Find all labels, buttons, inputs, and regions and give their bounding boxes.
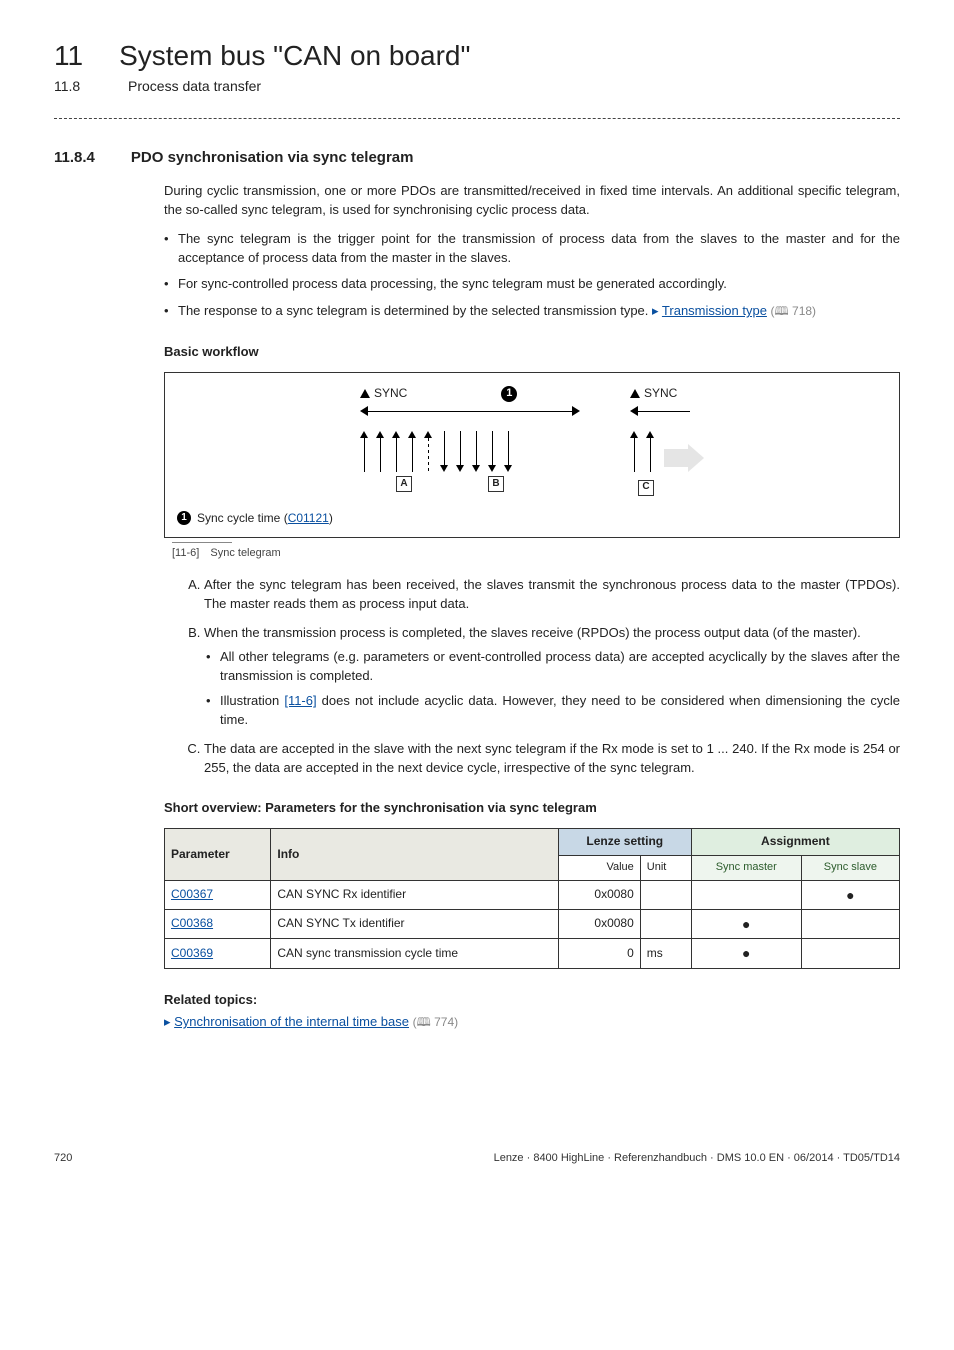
section-number: 11.8.4 [54, 149, 95, 166]
legend-link[interactable]: C01121 [288, 511, 329, 525]
sync-label: SYNC [374, 385, 407, 402]
cell-value: 0x0080 [558, 909, 640, 938]
chapter-title: System bus "CAN on board" [119, 40, 470, 72]
table-row: C00367 CAN SYNC Rx identifier 0x0080 ● [165, 880, 900, 909]
triangle-up-icon [630, 389, 640, 398]
subcol-unit: Unit [640, 855, 691, 880]
bullet-text: The response to a sync telegram is deter… [178, 303, 652, 318]
right-arrow-icon: ▸ [164, 1014, 174, 1029]
diagram-box-c: C [638, 480, 654, 496]
cell-info: CAN sync transmission cycle time [271, 939, 558, 968]
diagram-box-a: A [396, 476, 412, 492]
col-parameter: Parameter [165, 829, 271, 880]
step-b-sub1: All other telegrams (e.g. parameters or … [206, 648, 900, 686]
step-c: The data are accepted in the slave with … [204, 740, 900, 778]
sync-diagram: SYNC 1 [164, 372, 900, 538]
cell-unit [640, 880, 691, 909]
intro-paragraph: During cyclic transmission, one or more … [164, 182, 900, 220]
param-link[interactable]: C00369 [171, 946, 213, 960]
workflow-heading: Basic workflow [164, 343, 900, 362]
page-number: 720 [54, 1152, 72, 1164]
figure-caption: Sync telegram [210, 547, 280, 559]
related-heading: Related topics: [164, 991, 900, 1010]
page-reference: (🕮 718) [771, 304, 817, 318]
param-link[interactable]: C00367 [171, 887, 213, 901]
related-topic-link[interactable]: Synchronisation of the internal time bas… [174, 1014, 409, 1029]
divider [54, 118, 900, 119]
cell-unit [640, 909, 691, 938]
cell-info: CAN SYNC Rx identifier [271, 880, 558, 909]
circled-number-icon: 1 [177, 511, 191, 525]
circled-number-icon: 1 [501, 386, 517, 402]
transmission-type-link[interactable]: Transmission type [662, 303, 767, 318]
legend-text: Sync cycle time ( [197, 511, 288, 525]
illustration-ref-link[interactable]: [11-6] [284, 693, 316, 708]
cell-value: 0x0080 [558, 880, 640, 909]
chapter-number: 11 [54, 40, 83, 72]
right-arrow-icon: ▸ [652, 303, 662, 318]
cell-value: 0 [558, 939, 640, 968]
cell-master [691, 880, 801, 909]
subcol-slave: Sync slave [801, 855, 899, 880]
arrow-right-icon [664, 444, 704, 472]
table-row: C00369 CAN sync transmission cycle time … [165, 939, 900, 968]
legend-text: ) [329, 511, 333, 525]
bullet-item: The sync telegram is the trigger point f… [164, 230, 900, 268]
col-lenze: Lenze setting [558, 829, 691, 855]
cell-slave [801, 909, 899, 938]
parameter-table: Parameter Info Lenze setting Assignment … [164, 828, 900, 968]
subcol-value: Value [558, 855, 640, 880]
cell-master: ● [691, 939, 801, 968]
bullet-item: The response to a sync telegram is deter… [164, 302, 900, 321]
col-info: Info [271, 829, 558, 880]
col-assignment: Assignment [691, 829, 899, 855]
figure-number: [11-6] [172, 547, 199, 559]
cell-info: CAN SYNC Tx identifier [271, 909, 558, 938]
section-title: PDO synchronisation via sync telegram [131, 149, 414, 166]
cell-unit: ms [640, 939, 691, 968]
sync-label: SYNC [644, 385, 677, 402]
param-table-heading: Short overview: Parameters for the synch… [164, 799, 900, 818]
header-section-title: Process data transfer [128, 78, 261, 94]
page-reference: (🕮 774) [413, 1015, 459, 1029]
bullet-item: For sync-controlled process data process… [164, 275, 900, 294]
cell-slave: ● [801, 880, 899, 909]
step-b: When the transmission process is complet… [204, 624, 900, 730]
header-section-number: 11.8 [54, 78, 92, 94]
step-a: After the sync telegram has been receive… [204, 576, 900, 614]
cell-master: ● [691, 909, 801, 938]
subcol-master: Sync master [691, 855, 801, 880]
diagram-box-b: B [488, 476, 504, 492]
footer-info: Lenze · 8400 HighLine · Referenzhandbuch… [494, 1152, 900, 1164]
triangle-up-icon [360, 389, 370, 398]
table-row: C00368 CAN SYNC Tx identifier 0x0080 ● [165, 909, 900, 938]
param-link[interactable]: C00368 [171, 916, 213, 930]
cell-slave [801, 939, 899, 968]
step-b-sub2: Illustration [11-6] does not include acy… [206, 692, 900, 730]
